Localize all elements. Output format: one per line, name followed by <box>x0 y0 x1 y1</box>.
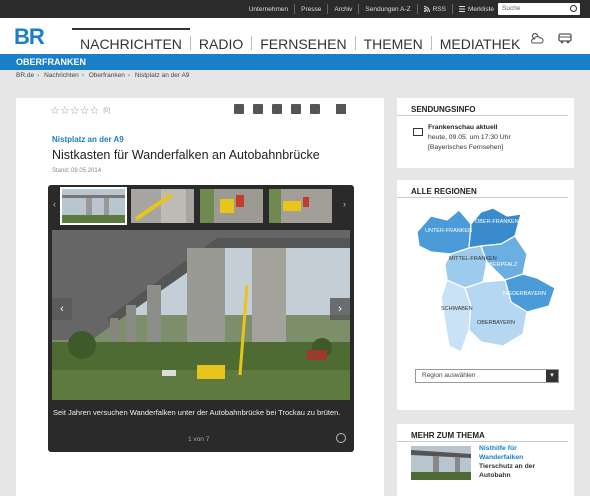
twitter-icon[interactable] <box>253 104 263 114</box>
related-link[interactable]: Nisthilfe für Wanderfalken Tierschutz an… <box>479 444 535 480</box>
article-card: ☆ ☆ ☆ ☆ ☆ [0] Nistplatz an der A9 Nistkasten… <box>16 98 384 496</box>
breadcrumb-item[interactable]: Oberfranken <box>89 72 125 79</box>
related-box: MEHR ZUM THEMA Nisthilfe für Wanderfalke… <box>397 424 574 496</box>
region-select-value: Region auswählen <box>422 372 476 379</box>
star-icon[interactable]: ☆ <box>50 104 60 117</box>
divider <box>294 4 296 14</box>
nav-nachrichten[interactable]: NACHRICHTEN <box>72 28 190 54</box>
show-title[interactable]: Frankenschau aktuell <box>428 124 498 131</box>
link-unternehmen[interactable]: Unternehmen <box>249 6 288 13</box>
top-bar: Unternehmen Presse Archiv Sendungen A-Z … <box>0 0 590 18</box>
related-heading: MEHR ZUM THEMA <box>397 424 568 442</box>
chevron-down-icon[interactable]: ▾ <box>546 370 558 382</box>
link-archiv[interactable]: Archiv <box>334 6 352 13</box>
map-label: NIEDERBAYERN <box>503 291 546 297</box>
br-logo[interactable]: BR <box>14 24 45 50</box>
region-bar: OBERFRANKEN <box>0 54 590 70</box>
thumb-next-icon[interactable]: › <box>343 199 351 213</box>
thumbnail[interactable] <box>269 189 332 223</box>
map-label: UNTER-FRANKEN <box>425 228 472 234</box>
regions-heading: ALLE REGIONEN <box>397 180 568 198</box>
breadcrumb: BR.de › Nachrichten › Oberfranken › Nistpla… <box>16 72 190 79</box>
main-nav: NACHRICHTEN RADIO FERNSEHEN THEMEN MEDIA… <box>72 28 528 54</box>
article-title: Nistkasten für Wanderfalken an Autobahnb… <box>52 148 320 162</box>
search-icon[interactable] <box>570 5 577 12</box>
related-title-line[interactable]: Wanderfalken <box>479 454 523 461</box>
image-gallery: ‹ › ‹ › Seit Jahren versuchen Wanderfalk… <box>48 185 354 452</box>
sendung-details: Frankenschau aktuell heute, 09.05. um 17… <box>428 123 511 153</box>
link-merkliste[interactable]: Merkliste <box>468 6 494 13</box>
header: BR NACHRICHTEN RADIO FERNSEHEN THEMEN ME… <box>0 18 590 54</box>
star-icon[interactable]: ☆ <box>60 104 70 117</box>
divider <box>358 4 360 14</box>
map-label: OBER-FRANKEN <box>475 219 519 225</box>
rss-icon <box>423 6 430 12</box>
article-date: Stand: 09.05.2014 <box>52 168 102 174</box>
related-sub-line: Tierschutz an der <box>479 463 536 470</box>
tv-icon <box>413 128 423 136</box>
traffic-icon[interactable] <box>558 31 572 45</box>
rating[interactable]: ☆ ☆ ☆ ☆ ☆ [0] <box>50 104 110 117</box>
list-icon <box>458 6 465 12</box>
breadcrumb-item[interactable]: Nachrichten <box>44 72 79 79</box>
thumbnail[interactable] <box>60 187 127 225</box>
article-kicker: Nistplatz an der A9 <box>52 135 124 144</box>
divider <box>451 4 453 14</box>
bavaria-map[interactable]: UNTER-FRANKEN OBER-FRANKEN MITTEL-FRANKE… <box>411 202 561 362</box>
share-icon[interactable] <box>291 104 301 114</box>
thumb-prev-icon[interactable]: ‹ <box>53 199 61 213</box>
nav-fernsehen[interactable]: FERNSEHEN <box>252 28 354 54</box>
link-rss[interactable]: RSS <box>433 6 446 13</box>
star-icon[interactable]: ☆ <box>80 104 90 117</box>
link-sendungen[interactable]: Sendungen A-Z <box>365 6 410 13</box>
thumbnail-strip <box>60 187 338 225</box>
related-sub-line: Autobahn <box>479 472 511 479</box>
breadcrumb-item[interactable]: BR.de <box>16 72 34 79</box>
nav-radio[interactable]: RADIO <box>191 28 251 54</box>
related-thumbnail[interactable] <box>411 446 471 480</box>
gallery-next-button[interactable]: › <box>330 298 350 320</box>
search-placeholder: Suche <box>502 5 521 12</box>
mail-icon[interactable] <box>310 104 320 114</box>
thumbnail[interactable] <box>200 189 263 223</box>
sendungsinfo-box: SENDUNGSINFO Frankenschau aktuell heute,… <box>397 98 574 168</box>
related-title-line[interactable]: Nisthilfe für <box>479 445 517 452</box>
image-caption: Seit Jahren versuchen Wanderfalken unter… <box>53 408 341 417</box>
gallery-main-image[interactable]: ‹ › <box>52 230 350 400</box>
breadcrumb-current: Nistplatz an der A9 <box>134 72 190 79</box>
map-label: SCHWABEN <box>441 306 473 312</box>
print-icon[interactable] <box>336 104 346 114</box>
regions-box: ALLE REGIONEN UNTER-FRANKEN OBER-FRANKEN… <box>397 180 574 410</box>
divider <box>416 4 418 14</box>
show-time: heute, 09.05. um 17:30 Uhr <box>428 134 511 141</box>
googleplus-icon[interactable] <box>272 104 282 114</box>
gallery-pager: 1 von 7 <box>188 436 210 443</box>
star-icon[interactable]: ☆ <box>90 104 100 117</box>
sendungsinfo-heading: SENDUNGSINFO <box>397 98 568 116</box>
facebook-icon[interactable] <box>234 104 244 114</box>
show-channel: [Bayerisches Fernsehen] <box>428 144 504 151</box>
map-label: OBERPFALZ <box>485 262 518 268</box>
divider <box>327 4 329 14</box>
zoom-icon[interactable] <box>336 433 346 443</box>
top-links: Unternehmen Presse Archiv Sendungen A-Z … <box>249 0 494 18</box>
share-bar <box>234 104 329 114</box>
rating-count: [0] <box>103 107 111 114</box>
link-presse[interactable]: Presse <box>301 6 321 13</box>
gallery-prev-button[interactable]: ‹ <box>52 298 72 320</box>
weather-icon[interactable] <box>530 31 544 45</box>
map-label: OBERBAYERN <box>477 320 515 326</box>
thumbnail[interactable] <box>131 189 194 223</box>
region-select[interactable]: Region auswählen ▾ <box>415 369 559 383</box>
nav-themen[interactable]: THEMEN <box>356 28 431 54</box>
nav-mediathek[interactable]: MEDIATHEK <box>432 28 529 54</box>
search-input[interactable]: Suche <box>498 3 580 15</box>
star-icon[interactable]: ☆ <box>70 104 80 117</box>
